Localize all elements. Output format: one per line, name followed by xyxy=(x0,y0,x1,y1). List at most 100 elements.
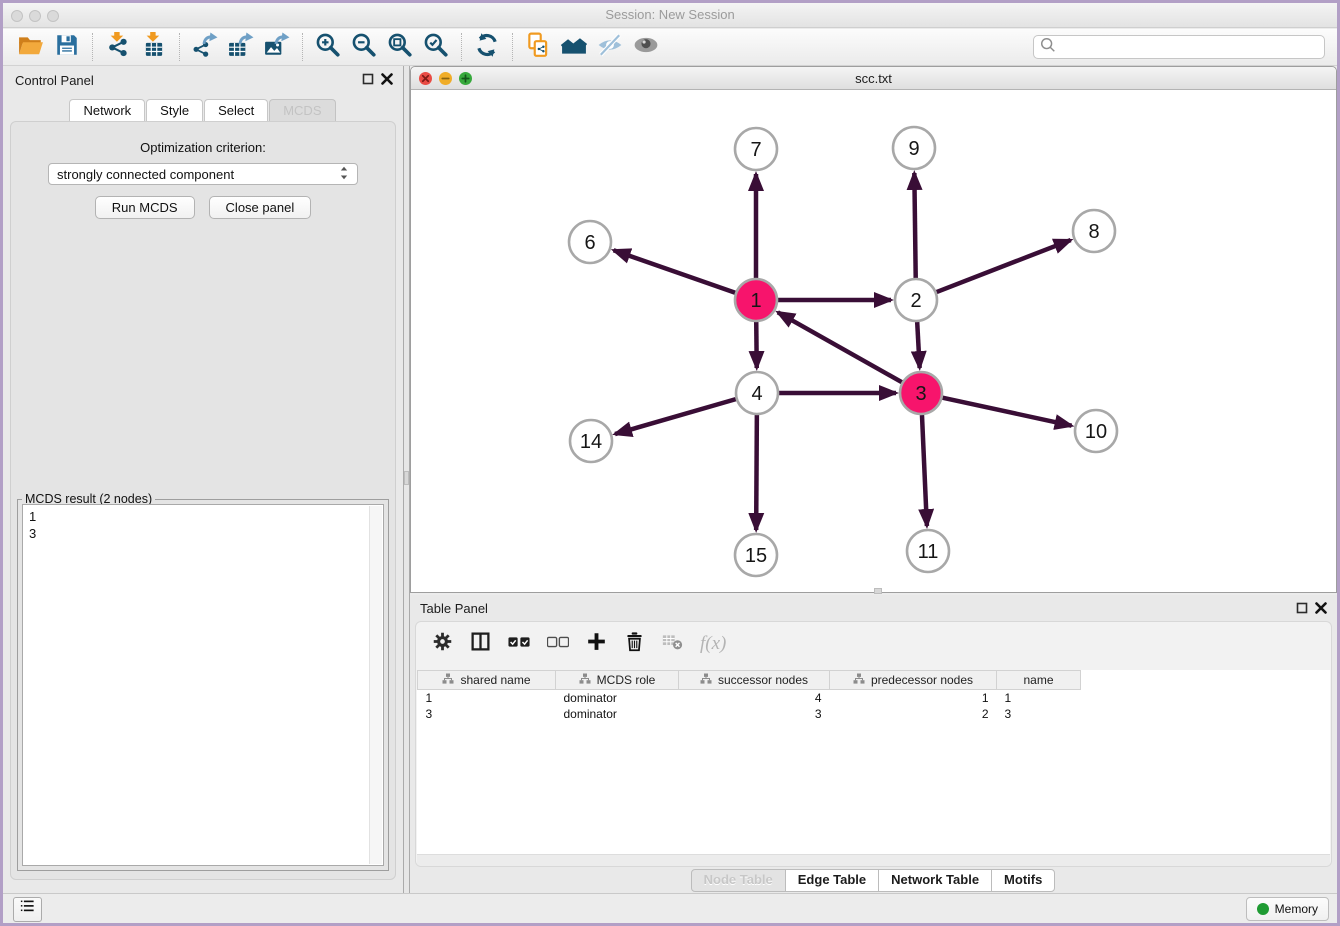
close-table-panel-icon[interactable] xyxy=(1315,601,1327,619)
edge-4-15[interactable] xyxy=(756,415,757,530)
refresh-button[interactable] xyxy=(469,32,505,62)
zoom-fit-button[interactable] xyxy=(382,32,418,62)
checkbox-checked-pair-icon xyxy=(508,631,530,658)
table-toolbar: f(x) xyxy=(416,622,1331,666)
columns-button[interactable] xyxy=(470,631,491,657)
float-table-panel-icon[interactable] xyxy=(1296,601,1308,619)
zoom-out-button[interactable] xyxy=(346,32,382,62)
graph-node-7[interactable]: 7 xyxy=(735,128,777,170)
save-session-button[interactable] xyxy=(49,32,85,62)
gear-button[interactable] xyxy=(432,631,453,657)
criterion-dropdown[interactable]: strongly connected component xyxy=(48,163,358,185)
task-history-button[interactable] xyxy=(13,897,42,922)
graph-node-2[interactable]: 2 xyxy=(895,279,937,321)
table-cell[interactable]: 1 xyxy=(997,690,1081,706)
gear-icon xyxy=(432,631,453,657)
import-table-button[interactable] xyxy=(136,32,172,62)
graph-node-4[interactable]: 4 xyxy=(736,372,778,414)
table-cell[interactable]: 3 xyxy=(679,706,830,722)
toolbar-separator xyxy=(92,33,93,61)
edge-2-9[interactable] xyxy=(914,173,915,278)
export-image-button[interactable] xyxy=(259,32,295,62)
run-mcds-button[interactable]: Run MCDS xyxy=(95,196,195,219)
column-header-name[interactable]: name xyxy=(997,671,1081,690)
column-header-MCDS-role[interactable]: MCDS role xyxy=(556,671,679,690)
home-layout-button[interactable] xyxy=(556,32,592,62)
tab-motifs[interactable]: Motifs xyxy=(991,869,1055,892)
edge-4-14[interactable] xyxy=(615,399,736,434)
delete-table-icon xyxy=(662,631,683,657)
table-cell[interactable]: 1 xyxy=(830,690,997,706)
copy-view-button[interactable] xyxy=(520,32,556,62)
hide-selected-icon xyxy=(597,32,623,63)
table-cell[interactable]: 3 xyxy=(997,706,1081,722)
tab-network[interactable]: Network xyxy=(69,99,145,121)
result-scrollbar[interactable] xyxy=(369,506,382,864)
table-row[interactable]: 1dominator411 xyxy=(418,690,1081,706)
zoom-selected-button[interactable] xyxy=(418,32,454,62)
search-box[interactable] xyxy=(1033,35,1325,59)
search-input[interactable] xyxy=(1056,40,1319,54)
edge-2-3[interactable] xyxy=(917,322,919,368)
export-table-button[interactable] xyxy=(223,32,259,62)
mcds-result-textarea[interactable]: 13 xyxy=(22,504,384,866)
graph-node-15[interactable]: 15 xyxy=(735,534,777,576)
plus-button[interactable] xyxy=(586,631,607,657)
table-cell[interactable]: 4 xyxy=(679,690,830,706)
panel-splitter[interactable] xyxy=(403,66,410,893)
tree-icon xyxy=(700,673,712,687)
table-cell[interactable]: 1 xyxy=(418,690,556,706)
home-layout-icon xyxy=(561,32,587,63)
window-title: Session: New Session xyxy=(3,7,1337,22)
network-canvas[interactable]: 1 2 3 4 6 7 8 9 10 11 14 15 xyxy=(411,90,1336,592)
table-cell[interactable]: dominator xyxy=(556,690,679,706)
table-cell[interactable]: dominator xyxy=(556,706,679,722)
float-panel-icon[interactable] xyxy=(362,72,374,90)
table-tabs: Node TableEdge TableNetwork TableMotifs xyxy=(410,869,1337,892)
table-row[interactable]: 3dominator323 xyxy=(418,706,1081,722)
edge-1-6[interactable] xyxy=(614,250,736,292)
graph-node-1[interactable]: 1 xyxy=(735,279,777,321)
zoom-in-button[interactable] xyxy=(310,32,346,62)
memory-button[interactable]: Memory xyxy=(1246,897,1329,921)
column-header-shared-name[interactable]: shared name xyxy=(418,671,556,690)
splitter-grip[interactable] xyxy=(404,471,409,485)
node-label: 8 xyxy=(1088,221,1099,243)
import-network-button[interactable] xyxy=(100,32,136,62)
hide-selected-button[interactable] xyxy=(592,32,628,62)
graph-node-10[interactable]: 10 xyxy=(1075,410,1117,452)
trash-button[interactable] xyxy=(624,631,645,657)
graph-node-6[interactable]: 6 xyxy=(569,221,611,263)
edge-3-1[interactable] xyxy=(778,312,902,382)
edge-3-10[interactable] xyxy=(942,398,1071,426)
edge-2-8[interactable] xyxy=(937,240,1071,292)
table-cell[interactable]: 2 xyxy=(830,706,997,722)
checkbox-unchecked-pair-button[interactable] xyxy=(547,631,569,658)
edge-3-11[interactable] xyxy=(922,415,927,526)
tab-select[interactable]: Select xyxy=(204,99,268,121)
open-file-button[interactable] xyxy=(13,32,49,62)
column-header-predecessor-nodes[interactable]: predecessor nodes xyxy=(830,671,997,690)
network-resize-grip[interactable] xyxy=(874,588,882,594)
table-cell[interactable]: 3 xyxy=(418,706,556,722)
graph-node-8[interactable]: 8 xyxy=(1073,210,1115,252)
application-window: Session: New Session Control Panel xyxy=(0,0,1340,926)
tab-mcds[interactable]: MCDS xyxy=(269,99,335,121)
tab-node-table[interactable]: Node Table xyxy=(691,869,786,892)
tab-network-table[interactable]: Network Table xyxy=(878,869,992,892)
graph-node-11[interactable]: 11 xyxy=(907,530,949,572)
graph-node-3[interactable]: 3 xyxy=(900,372,942,414)
checkbox-unchecked-pair-icon xyxy=(547,631,569,658)
graph-node-9[interactable]: 9 xyxy=(893,127,935,169)
checkbox-checked-pair-button[interactable] xyxy=(508,631,530,658)
close-panel-button[interactable]: Close panel xyxy=(209,196,312,219)
toolbar-separator xyxy=(461,33,462,61)
tab-edge-table[interactable]: Edge Table xyxy=(785,869,879,892)
close-panel-icon[interactable] xyxy=(381,72,393,90)
tab-style[interactable]: Style xyxy=(146,99,203,121)
export-network-button[interactable] xyxy=(187,32,223,62)
show-all-button[interactable] xyxy=(628,32,664,62)
graph-node-14[interactable]: 14 xyxy=(570,420,612,462)
column-header-successor-nodes[interactable]: successor nodes xyxy=(679,671,830,690)
main-toolbar xyxy=(3,29,1337,66)
